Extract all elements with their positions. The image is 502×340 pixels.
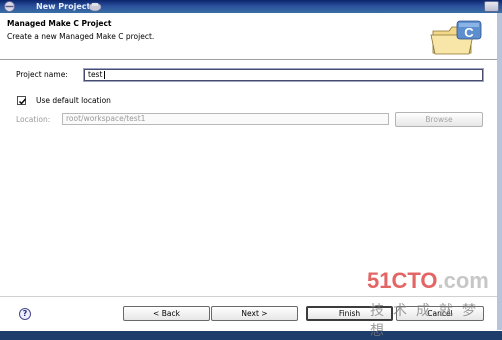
wizard-heading: Managed Make C Project <box>7 19 112 28</box>
browse-button[interactable]: Browse <box>395 112 483 127</box>
watermark-logo-domain: .com <box>437 268 489 293</box>
title-bar[interactable]: New Project <box>0 0 502 13</box>
wizard-small-icon <box>88 2 102 12</box>
help-icon[interactable]: ? <box>19 308 31 320</box>
wizard-header: Managed Make C Project Create a new Mana… <box>0 13 502 60</box>
wizard-description: Create a new Managed Make C project. <box>7 32 155 41</box>
window-title: New Project <box>36 2 91 11</box>
watermark-logo: 51CTO.com <box>367 268 489 294</box>
use-default-location-checkbox[interactable] <box>17 96 27 105</box>
wizard-body: Project name: test Use default location … <box>0 60 502 296</box>
wizard-icon-letter: C <box>464 25 474 40</box>
text-caret <box>104 71 106 79</box>
location-input[interactable]: root/workspace/test1 <box>62 113 389 125</box>
watermark-logo-number: 51CTO <box>367 268 438 293</box>
use-default-location-label: Use default location <box>36 96 111 105</box>
folder-c-wizard-icon: C <box>430 20 482 55</box>
project-name-input[interactable]: test <box>84 69 483 81</box>
location-label: Location: <box>16 115 51 124</box>
next-button[interactable]: Next > <box>211 306 298 321</box>
checkmark-icon <box>19 98 27 105</box>
project-name-value: test <box>88 70 103 79</box>
window-right-border <box>497 13 502 330</box>
new-project-dialog: New Project Managed Make C Project Creat… <box>0 0 502 339</box>
eclipse-app-icon <box>4 1 15 12</box>
project-name-label: Project name: <box>16 70 68 79</box>
window-close-button[interactable] <box>484 1 499 12</box>
watermark-subtitle: 技术成就梦想 <box>370 303 485 339</box>
location-value: root/workspace/test1 <box>66 114 146 123</box>
back-button[interactable]: < Back <box>123 306 210 321</box>
